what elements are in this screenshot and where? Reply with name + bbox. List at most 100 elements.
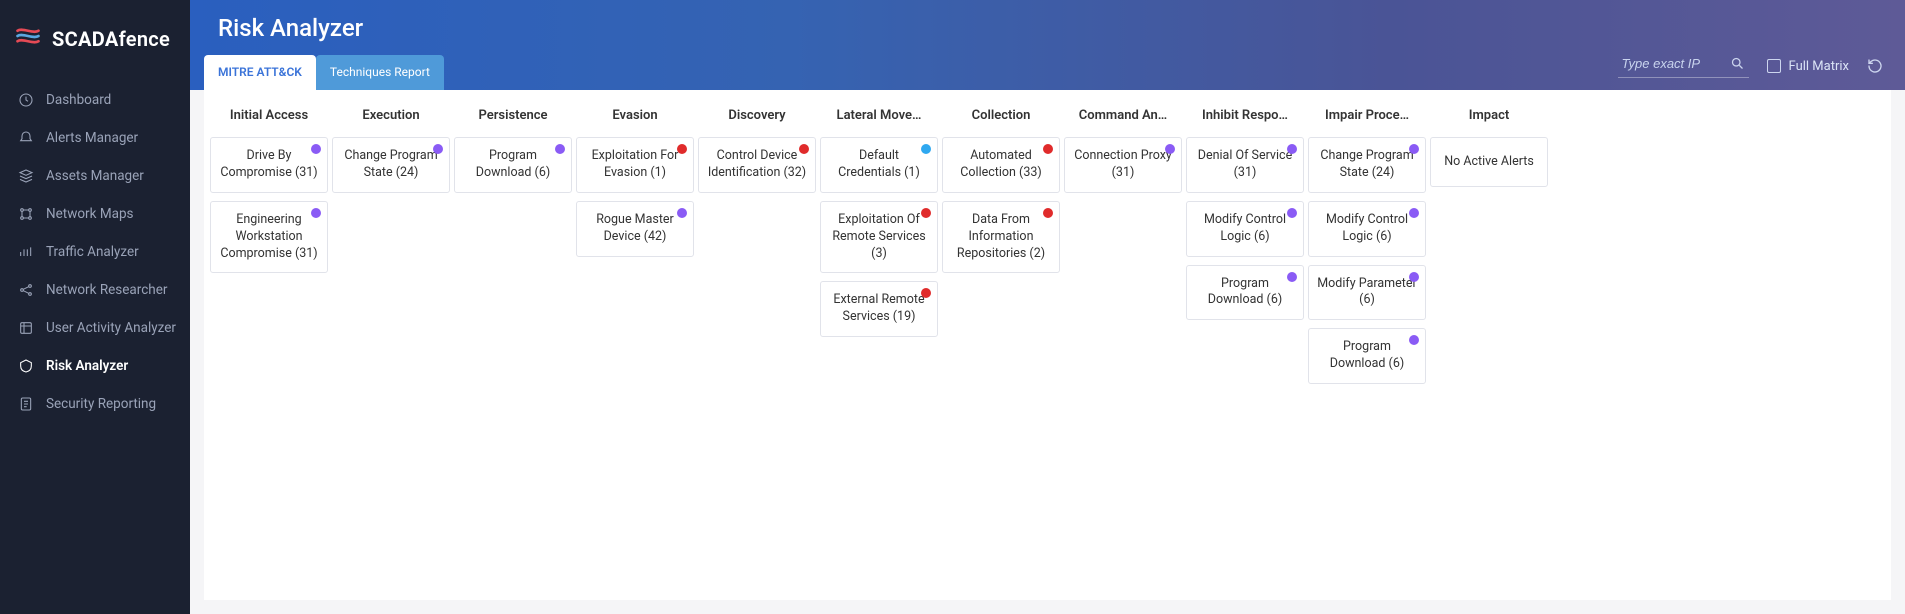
technique-card[interactable]: Drive By Compromise (31): [210, 137, 328, 193]
severity-dot-icon: [311, 208, 321, 218]
technique-label: Program Download (6): [1317, 339, 1417, 373]
sidebar-item-label: Network Maps: [46, 206, 134, 222]
sidebar-item-dashboard[interactable]: Dashboard: [0, 81, 190, 119]
technique-card[interactable]: Program Download (6): [454, 137, 572, 193]
page-title: Risk Analyzer: [218, 14, 1877, 42]
technique-card[interactable]: Default Credentials (1): [820, 137, 938, 193]
severity-dot-icon: [1409, 272, 1419, 282]
severity-dot-icon: [677, 208, 687, 218]
technique-card[interactable]: Automated Collection (33): [942, 137, 1060, 193]
brand-logo-icon: [14, 22, 42, 55]
column-header: Command An…: [1062, 90, 1184, 137]
severity-dot-icon: [921, 144, 931, 154]
sidebar-item-risk-analyzer[interactable]: Risk Analyzer: [0, 347, 190, 385]
technique-card[interactable]: Program Download (6): [1186, 265, 1304, 321]
technique-label: Automated Collection (33): [951, 148, 1051, 182]
nav-icon: [18, 358, 34, 374]
sidebar-item-traffic-analyzer[interactable]: Traffic Analyzer: [0, 233, 190, 271]
sidebar-item-assets-manager[interactable]: Assets Manager: [0, 157, 190, 195]
column-header: Inhibit Respo…: [1184, 90, 1306, 137]
technique-card[interactable]: Data From Information Repositories (2): [942, 201, 1060, 274]
nav-icon: [18, 396, 34, 412]
technique-label: No Active Alerts: [1444, 154, 1534, 171]
technique-label: Default Credentials (1): [829, 148, 929, 182]
technique-label: Connection Proxy (31): [1073, 148, 1173, 182]
sidebar-item-network-researcher[interactable]: Network Researcher: [0, 271, 190, 309]
sidebar-item-alerts-manager[interactable]: Alerts Manager: [0, 119, 190, 157]
severity-dot-icon: [921, 288, 931, 298]
severity-dot-icon: [799, 144, 809, 154]
severity-dot-icon: [555, 144, 565, 154]
sidebar-item-label: Risk Analyzer: [46, 358, 128, 374]
sidebar-item-label: Dashboard: [46, 92, 111, 108]
severity-dot-icon: [1165, 144, 1175, 154]
technique-label: Modify Control Logic (6): [1317, 212, 1417, 246]
tabs: MITRE ATT&CKTechniques Report: [204, 55, 444, 90]
severity-dot-icon: [677, 144, 687, 154]
sidebar-item-user-activity-analyzer[interactable]: User Activity Analyzer: [0, 309, 190, 347]
tab-techniques-report[interactable]: Techniques Report: [316, 55, 444, 90]
severity-dot-icon: [1409, 208, 1419, 218]
technique-label: Denial Of Service (31): [1195, 148, 1295, 182]
technique-card[interactable]: Modify Parameter (6): [1308, 265, 1426, 321]
main: Risk Analyzer MITRE ATT&CKTechniques Rep…: [190, 0, 1905, 614]
column-body: Program Download (6): [452, 137, 574, 384]
column-header: Persistence: [452, 90, 574, 137]
column-header: Initial Access: [208, 90, 330, 137]
severity-dot-icon: [311, 144, 321, 154]
sidebar-item-label: Network Researcher: [46, 282, 167, 298]
refresh-icon[interactable]: [1867, 58, 1883, 74]
technique-card[interactable]: Modify Control Logic (6): [1186, 201, 1304, 257]
nav-icon: [18, 92, 34, 108]
nav: Dashboard Alerts Manager Assets Manager Net…: [0, 81, 190, 423]
technique-label: Change Program State (24): [341, 148, 441, 182]
column-header: Discovery: [696, 90, 818, 137]
technique-card[interactable]: Control Device Identification (32): [698, 137, 816, 193]
technique-card[interactable]: External Remote Services (19): [820, 281, 938, 337]
column-body: Control Device Identification (32): [696, 137, 818, 384]
severity-dot-icon: [433, 144, 443, 154]
technique-card[interactable]: Program Download (6): [1308, 328, 1426, 384]
technique-card[interactable]: Change Program State (24): [1308, 137, 1426, 193]
column-body: Exploitation For Evasion (1) Rogue Master…: [574, 137, 696, 384]
severity-dot-icon: [1287, 208, 1297, 218]
tab-mitre-att-ck[interactable]: MITRE ATT&CK: [204, 55, 316, 90]
nav-icon: [18, 130, 34, 146]
sidebar: SCADAfence Dashboard Alerts Manager Assets…: [0, 0, 190, 614]
severity-dot-icon: [921, 208, 931, 218]
technique-card[interactable]: Engineering Workstation Compromise (31): [210, 201, 328, 274]
technique-card[interactable]: Modify Control Logic (6): [1308, 201, 1426, 257]
sidebar-item-network-maps[interactable]: Network Maps: [0, 195, 190, 233]
technique-label: Exploitation For Evasion (1): [585, 148, 685, 182]
sidebar-item-security-reporting[interactable]: Security Reporting: [0, 385, 190, 423]
technique-label: Rogue Master Device (42): [585, 212, 685, 246]
technique-card[interactable]: Change Program State (24): [332, 137, 450, 193]
full-matrix-label: Full Matrix: [1789, 59, 1849, 74]
technique-card[interactable]: Connection Proxy (31): [1064, 137, 1182, 193]
technique-card[interactable]: Exploitation For Evasion (1): [576, 137, 694, 193]
column-body: Denial Of Service (31) Modify Control Log…: [1184, 137, 1306, 384]
sidebar-item-label: Assets Manager: [46, 168, 144, 184]
technique-label: Control Device Identification (32): [707, 148, 807, 182]
severity-dot-icon: [1287, 144, 1297, 154]
severity-dot-icon: [1043, 208, 1053, 218]
column-header: Lateral Move…: [818, 90, 940, 137]
technique-card[interactable]: No Active Alerts: [1430, 137, 1548, 187]
column-body: Default Credentials (1) Exploitation Of R…: [818, 137, 940, 384]
technique-card[interactable]: Denial Of Service (31): [1186, 137, 1304, 193]
search-input[interactable]: [1622, 56, 1722, 71]
nav-icon: [18, 320, 34, 336]
sidebar-item-label: Alerts Manager: [46, 130, 138, 146]
nav-icon: [18, 206, 34, 222]
technique-card[interactable]: Rogue Master Device (42): [576, 201, 694, 257]
technique-label: External Remote Services (19): [829, 292, 929, 326]
technique-card[interactable]: Exploitation Of Remote Services (3): [820, 201, 938, 274]
nav-icon: [18, 244, 34, 260]
brand-name: SCADAfence: [52, 27, 170, 51]
full-matrix-toggle[interactable]: Full Matrix: [1767, 59, 1849, 74]
brand: SCADAfence: [0, 0, 190, 81]
search-wrap[interactable]: [1618, 54, 1749, 78]
technique-label: Data From Information Repositories (2): [951, 212, 1051, 263]
search-icon[interactable]: [1730, 56, 1745, 71]
severity-dot-icon: [1287, 272, 1297, 282]
